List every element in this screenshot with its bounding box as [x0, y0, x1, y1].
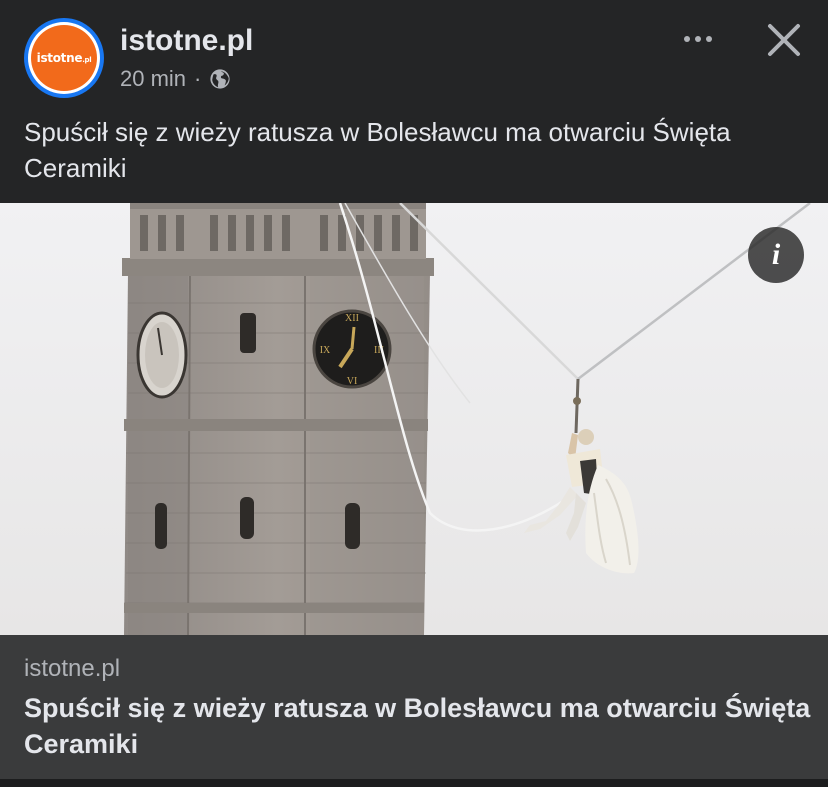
post-header: istotne.pl istotne.pl 20 min · — [0, 0, 828, 110]
link-domain: istotne.pl — [24, 655, 121, 682]
info-icon: i — [771, 238, 781, 271]
more-options-button[interactable] — [676, 24, 720, 54]
link-title: Spuścił się z wieży ratusza w Bolesławcu… — [24, 693, 811, 759]
more-options-icon-dot — [706, 36, 712, 42]
photo-town-hall-tower-zipline: XIIIII VIIX — [0, 203, 828, 635]
avatar-ring: istotne.pl — [28, 22, 100, 94]
post-time[interactable]: 20 min — [120, 66, 186, 92]
meta-separator: · — [194, 66, 202, 91]
avatar[interactable]: istotne.pl — [24, 18, 104, 98]
avatar-logo-text: istotne.pl — [36, 51, 92, 65]
svg-text:IX: IX — [320, 345, 331, 356]
avatar-logo: istotne.pl — [31, 25, 97, 91]
post-meta: 20 min · — [120, 66, 231, 92]
page-name-link[interactable]: istotne.pl — [120, 24, 253, 58]
more-options-icon-dot — [695, 36, 701, 42]
more-options-icon — [684, 36, 690, 42]
svg-text:XII: XII — [345, 313, 359, 324]
close-icon[interactable] — [762, 18, 806, 62]
globe-icon — [210, 69, 230, 89]
post-bottom-divider — [0, 779, 828, 787]
post-photo[interactable]: XII III VI IX — [0, 203, 828, 635]
link-preview[interactable]: istotne.pl Spuścił się z wieży ratusza w… — [0, 635, 828, 779]
svg-text:VI: VI — [347, 376, 358, 387]
feed-post: istotne.pl istotne.pl 20 min · Spuścił s… — [0, 0, 828, 787]
info-button[interactable]: i — [748, 227, 804, 283]
post-caption: Spuścił się z wieży ratusza w Bolesławcu… — [24, 117, 731, 183]
